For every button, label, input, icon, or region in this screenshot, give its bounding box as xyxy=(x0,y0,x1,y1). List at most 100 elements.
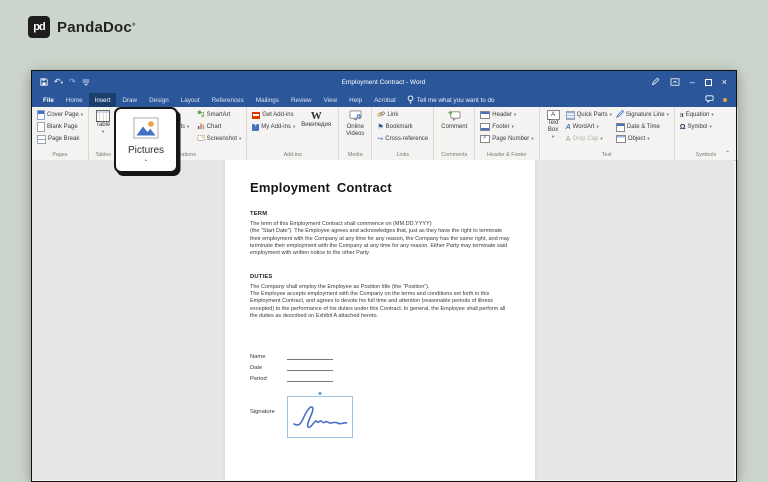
dropdown-caret-icon: ▾ xyxy=(512,124,514,130)
quick-parts-button[interactable]: Quick Parts▾ xyxy=(564,109,614,121)
smartart-button[interactable]: SmartArt xyxy=(195,109,244,121)
object-icon xyxy=(616,135,626,143)
pandadoc-logo: pd PandaDoc® xyxy=(28,16,135,38)
signature-label: Signature xyxy=(250,396,287,438)
link-button[interactable]: Link xyxy=(375,109,430,121)
dropdown-caret-icon: ▾ xyxy=(597,124,599,130)
online-videos-button[interactable]: Online Videos xyxy=(342,109,368,139)
dropdown-caret-icon: ▾ xyxy=(102,129,104,134)
dropdown-caret-icon: ▾ xyxy=(667,112,669,118)
get-addins-button[interactable]: Get Add-ins xyxy=(250,109,297,121)
smartart-icon xyxy=(197,110,205,120)
comment-button[interactable]: Comment xyxy=(437,109,471,131)
tab-insert[interactable]: Insert xyxy=(89,93,117,107)
title-bar: ↶▾ ↷ Employment Contract - Word – × xyxy=(32,71,736,93)
pictures-icon xyxy=(133,117,159,144)
bookmark-flag-icon: ⚑ xyxy=(377,124,383,131)
footer-button[interactable]: Footer▾ xyxy=(478,121,535,133)
wikipedia-button[interactable]: W Википедия xyxy=(297,109,335,129)
signature-scribble xyxy=(288,397,352,437)
term-paragraph: The term of this Employment Contract sha… xyxy=(250,221,513,258)
footer-icon xyxy=(480,123,490,131)
tab-review[interactable]: Review xyxy=(285,93,318,107)
minimize-button[interactable]: – xyxy=(690,78,695,87)
trademark-symbol: ® xyxy=(132,22,136,27)
equation-button[interactable]: πEquation▾ xyxy=(678,109,734,121)
tell-me-box[interactable]: Tell me what you want to do xyxy=(407,93,495,107)
equation-pi-icon: π xyxy=(680,112,684,119)
chart-button[interactable]: Chart xyxy=(195,121,244,133)
group-label-media: Media xyxy=(342,151,368,160)
rotation-handle[interactable] xyxy=(319,392,322,395)
page-number-button[interactable]: Page Number▾ xyxy=(478,133,535,145)
tab-view[interactable]: View xyxy=(318,93,344,107)
customize-quick-access-icon[interactable] xyxy=(82,73,90,91)
share-comment-icon[interactable] xyxy=(705,95,714,105)
signature-image-box[interactable] xyxy=(287,396,353,438)
dropdown-caret-icon: ▾ xyxy=(531,136,533,142)
drop-cap-icon: A xyxy=(566,136,571,143)
header-button[interactable]: Header▾ xyxy=(478,109,535,121)
tab-design[interactable]: Design xyxy=(143,93,175,107)
symbol-button[interactable]: ΩSymbol▾ xyxy=(678,121,734,133)
group-label-header-footer: Header & Footer xyxy=(478,151,535,160)
signature-line-button[interactable]: Signature Line▾ xyxy=(614,109,671,121)
save-icon[interactable] xyxy=(40,73,48,91)
group-label-addins: Add-ins xyxy=(250,151,335,160)
signature-line-icon xyxy=(616,110,624,120)
tab-layout[interactable]: Layout xyxy=(175,93,206,107)
tab-file[interactable]: File xyxy=(37,93,60,107)
collapse-ribbon-icon[interactable]: ⌃ xyxy=(725,150,730,157)
maximize-button[interactable] xyxy=(705,79,712,86)
screenshot-button[interactable]: Screenshot▾ xyxy=(195,133,244,145)
page-break-button[interactable]: Page Break xyxy=(35,133,85,145)
term-heading: TERM xyxy=(250,211,513,217)
page-number-icon xyxy=(480,135,490,143)
object-button[interactable]: Object▾ xyxy=(614,133,671,145)
dropdown-caret-icon: ▾ xyxy=(610,112,612,118)
tab-home[interactable]: Home xyxy=(60,93,89,107)
link-icon xyxy=(377,110,385,120)
tab-draw[interactable]: Draw xyxy=(116,93,143,107)
text-box-button[interactable]: A Text Box ▾ xyxy=(543,109,564,140)
document-canvas[interactable]: Employment Contract TERM The term of thi… xyxy=(32,160,734,480)
tab-acrobat[interactable]: Acrobat xyxy=(368,93,402,107)
tab-references[interactable]: References xyxy=(206,93,250,107)
table-button[interactable]: Table ▾ xyxy=(92,109,114,135)
store-icon xyxy=(252,112,260,119)
pictures-button-popup[interactable]: Pictures ⌄ xyxy=(114,107,178,173)
ribbon-display-options-icon[interactable] xyxy=(670,73,680,91)
wordart-button[interactable]: AWordArt▾ xyxy=(564,121,614,133)
text-box-icon: A xyxy=(547,110,560,120)
tab-help[interactable]: Help xyxy=(343,93,368,107)
document-page[interactable]: Employment Contract TERM The term of thi… xyxy=(225,160,535,480)
notification-dot xyxy=(723,98,727,102)
ink-pen-icon[interactable] xyxy=(651,73,660,91)
tab-mailings[interactable]: Mailings xyxy=(250,93,285,107)
my-addins-button[interactable]: My Add-ins▾ xyxy=(250,121,297,133)
duties-heading: DUTIES xyxy=(250,274,513,280)
ribbon-group-addins: Get Add-ins My Add-ins▾ W Википедия Add-… xyxy=(247,107,339,160)
cover-page-button[interactable]: Cover Page▾ xyxy=(35,109,85,121)
date-blank-line[interactable] xyxy=(287,362,333,371)
addin-icon xyxy=(252,124,259,131)
symbol-omega-icon: Ω xyxy=(680,124,686,131)
ribbon-group-links: Link ⚑Bookmark ↪Cross-reference Links xyxy=(372,107,434,160)
period-label: Period xyxy=(250,376,287,382)
blank-page-button[interactable]: Blank Page xyxy=(35,121,85,133)
bookmark-button[interactable]: ⚑Bookmark xyxy=(375,121,430,133)
dropdown-caret-icon: ▾ xyxy=(552,134,554,139)
header-icon xyxy=(480,111,490,119)
name-blank-line[interactable] xyxy=(287,351,333,360)
comment-icon xyxy=(448,110,461,124)
word-window: ↶▾ ↷ Employment Contract - Word – × File… xyxy=(31,70,737,482)
period-blank-line[interactable] xyxy=(287,373,333,382)
date-field-row: Date xyxy=(250,360,513,371)
cross-reference-button[interactable]: ↪Cross-reference xyxy=(375,133,430,145)
drop-cap-button[interactable]: ADrop Cap▾ xyxy=(564,133,614,145)
redo-icon[interactable]: ↷ xyxy=(69,78,76,86)
date-time-button[interactable]: Date & Time xyxy=(614,121,671,133)
undo-icon[interactable]: ↶▾ xyxy=(54,78,63,86)
close-button[interactable]: × xyxy=(722,78,727,87)
dropdown-caret-icon: ▾ xyxy=(600,136,602,142)
